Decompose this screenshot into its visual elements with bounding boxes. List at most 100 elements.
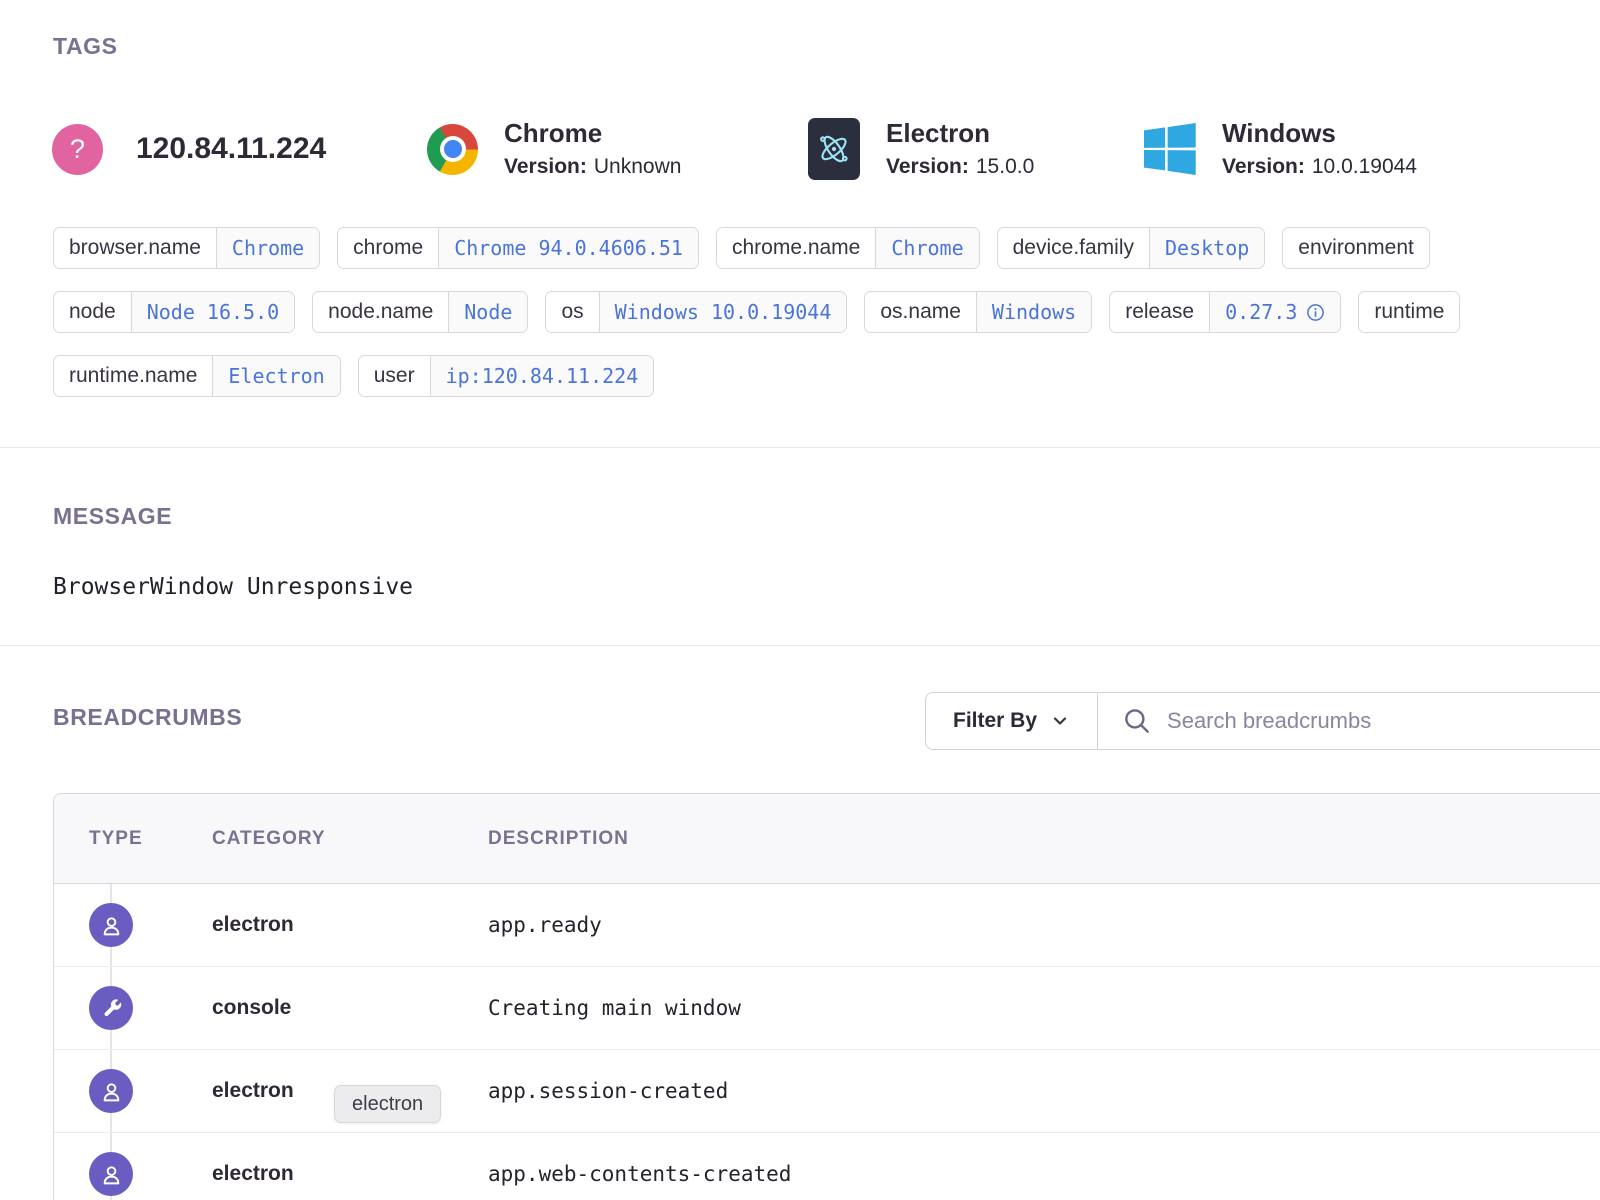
breadcrumb-type-cell: [89, 1152, 212, 1196]
tag-pill: release0.27.3: [1109, 291, 1341, 333]
tag-value-text: 0.27.3: [1225, 300, 1297, 324]
os-version-label: Version:: [1222, 155, 1305, 178]
tag-value-link[interactable]: Electron: [212, 356, 339, 396]
breadcrumbs-table-header: TYPE CATEGORY DESCRIPTION: [54, 794, 1600, 884]
breadcrumb-category: electron: [212, 1162, 488, 1186]
breadcrumb-row: consoleCreating main window: [54, 967, 1600, 1050]
breadcrumbs-table-body[interactable]: electronapp.readyconsoleCreating main wi…: [54, 884, 1600, 1200]
tag-key: device.family: [998, 228, 1149, 268]
tag-key: node.name: [313, 292, 448, 332]
electron-icon: [808, 118, 860, 180]
user-icon: [89, 1152, 133, 1196]
tag-pill: user ip:120.84.11.224: [358, 355, 655, 397]
runtime-version: Version: 15.0.0: [886, 155, 1034, 179]
tag-value-text: Node 16.5.0: [147, 300, 279, 324]
filter-by-button[interactable]: Filter By: [926, 693, 1098, 749]
tag-key: os.name: [865, 292, 976, 332]
event-contexts: ? 120.84.11.224 Chrome Version:Unknown: [52, 117, 1600, 181]
tag-key: chrome: [338, 228, 438, 268]
tag-key: runtime.name: [54, 356, 212, 396]
breadcrumb-type-cell: [89, 903, 212, 947]
runtime-context: Electron Version: 15.0.0: [808, 117, 1034, 181]
breadcrumb-row: electronapp.session-created: [54, 1050, 1600, 1133]
event-detail-page: TAGS ? 120.84.11.224 Chrome Version:Unkn…: [0, 0, 1600, 1200]
tag-value-text: Desktop: [1165, 236, 1249, 260]
tag-pill-list: browser.name Chrome chromeChrome 94.0.4606…: [53, 227, 1600, 419]
breadcrumbs-search: [1098, 693, 1600, 749]
tag-value-text: Chrome: [232, 236, 304, 260]
tag-pill: device.family Desktop: [997, 227, 1266, 269]
breadcrumbs-section-heading: BREADCRUMBS: [53, 704, 242, 731]
message-text: BrowserWindow Unresponsive: [53, 574, 413, 600]
browser-version: Version:Unknown: [504, 155, 681, 179]
breadcrumb-description: Creating main window: [488, 996, 1600, 1020]
tag-value-link[interactable]: Desktop: [1149, 228, 1264, 268]
tag-pill: runtime.name Electron: [53, 355, 341, 397]
tag-pill: chrome.name Chrome: [716, 227, 980, 269]
tag-key: environment: [1283, 228, 1429, 268]
chrome-icon: [427, 124, 478, 175]
tag-value-link[interactable]: 0.27.3: [1209, 292, 1340, 332]
runtime-version-label: Version:: [886, 155, 969, 178]
section-divider: [0, 645, 1600, 646]
tag-pill-row: browser.name Chrome chromeChrome 94.0.4606…: [53, 227, 1600, 269]
tag-pill-row: nodeNode 16.5.0node.nameNodeosWindows 10…: [53, 291, 1600, 333]
tag-pill: environment: [1282, 227, 1430, 269]
tag-value-link[interactable]: ip:120.84.11.224: [430, 356, 654, 396]
breadcrumb-row: electronapp.ready: [54, 884, 1600, 967]
filter-by-label: Filter By: [953, 709, 1037, 733]
tag-key: chrome.name: [717, 228, 875, 268]
breadcrumbs-table: TYPE CATEGORY DESCRIPTION electronapp.re…: [53, 793, 1600, 1200]
tag-pill: browser.name Chrome: [53, 227, 320, 269]
tag-value-text: Node: [464, 300, 512, 324]
os-title: Windows: [1222, 119, 1417, 147]
tag-pill: node.name Node: [312, 291, 528, 333]
runtime-version-value: 15.0.0: [976, 155, 1034, 178]
browser-title: Chrome: [504, 119, 681, 147]
browser-context: Chrome Version:Unknown: [427, 117, 681, 181]
tag-value-link[interactable]: Chrome 94.0.4606.51: [438, 228, 698, 268]
breadcrumb-row: electronapp.web-contents-created: [54, 1133, 1600, 1200]
tag-pill: chromeChrome 94.0.4606.51: [337, 227, 699, 269]
tag-pill-row: runtime.name Electron user ip:120.84.11.224: [53, 355, 1600, 397]
breadcrumb-category: console: [212, 996, 488, 1020]
wrench-icon: [89, 986, 133, 1030]
tag-key: user: [359, 356, 430, 396]
tag-value-link[interactable]: Node: [448, 292, 527, 332]
user-icon: [89, 1069, 133, 1113]
chevron-down-icon: [1050, 711, 1070, 731]
runtime-title: Electron: [886, 119, 1034, 147]
user-context: ? 120.84.11.224: [52, 117, 326, 181]
tag-value-link[interactable]: Node 16.5.0: [131, 292, 294, 332]
search-breadcrumbs-input[interactable]: [1167, 708, 1600, 734]
tag-pill: osWindows 10.0.19044: [545, 291, 847, 333]
browser-version-label: Version:: [504, 155, 587, 178]
tag-value-link[interactable]: Windows: [976, 292, 1091, 332]
tag-value-link[interactable]: Windows 10.0.19044: [599, 292, 847, 332]
runtime-context-text: Electron Version: 15.0.0: [886, 119, 1034, 179]
tag-value-text: ip:120.84.11.224: [446, 364, 639, 388]
tag-key: os: [546, 292, 598, 332]
tag-value-link[interactable]: Chrome: [875, 228, 978, 268]
os-version: Version:10.0.19044: [1222, 155, 1417, 179]
windows-icon: [1144, 123, 1196, 175]
breadcrumb-description: app.ready: [488, 913, 1600, 937]
tag-key: browser.name: [54, 228, 216, 268]
os-context-text: Windows Version:10.0.19044: [1222, 119, 1417, 179]
user-ip-title: 120.84.11.224: [136, 132, 326, 166]
info-icon[interactable]: [1306, 303, 1325, 322]
category-tooltip: electron: [334, 1085, 441, 1123]
breadcrumb-category: electron: [212, 913, 488, 937]
browser-context-text: Chrome Version:Unknown: [504, 119, 681, 179]
user-icon: [89, 903, 133, 947]
breadcrumb-type-cell: [89, 1069, 212, 1113]
column-header-description: DESCRIPTION: [488, 828, 1600, 850]
tag-value-text: Windows: [992, 300, 1076, 324]
tag-value-text: Chrome: [891, 236, 963, 260]
column-header-type: TYPE: [89, 828, 212, 850]
tag-value-link[interactable]: Chrome: [216, 228, 319, 268]
tags-section-heading: TAGS: [53, 33, 118, 60]
breadcrumbs-controls: Filter By: [925, 692, 1600, 750]
tag-value-text: Electron: [228, 364, 324, 388]
section-divider: [0, 447, 1600, 448]
